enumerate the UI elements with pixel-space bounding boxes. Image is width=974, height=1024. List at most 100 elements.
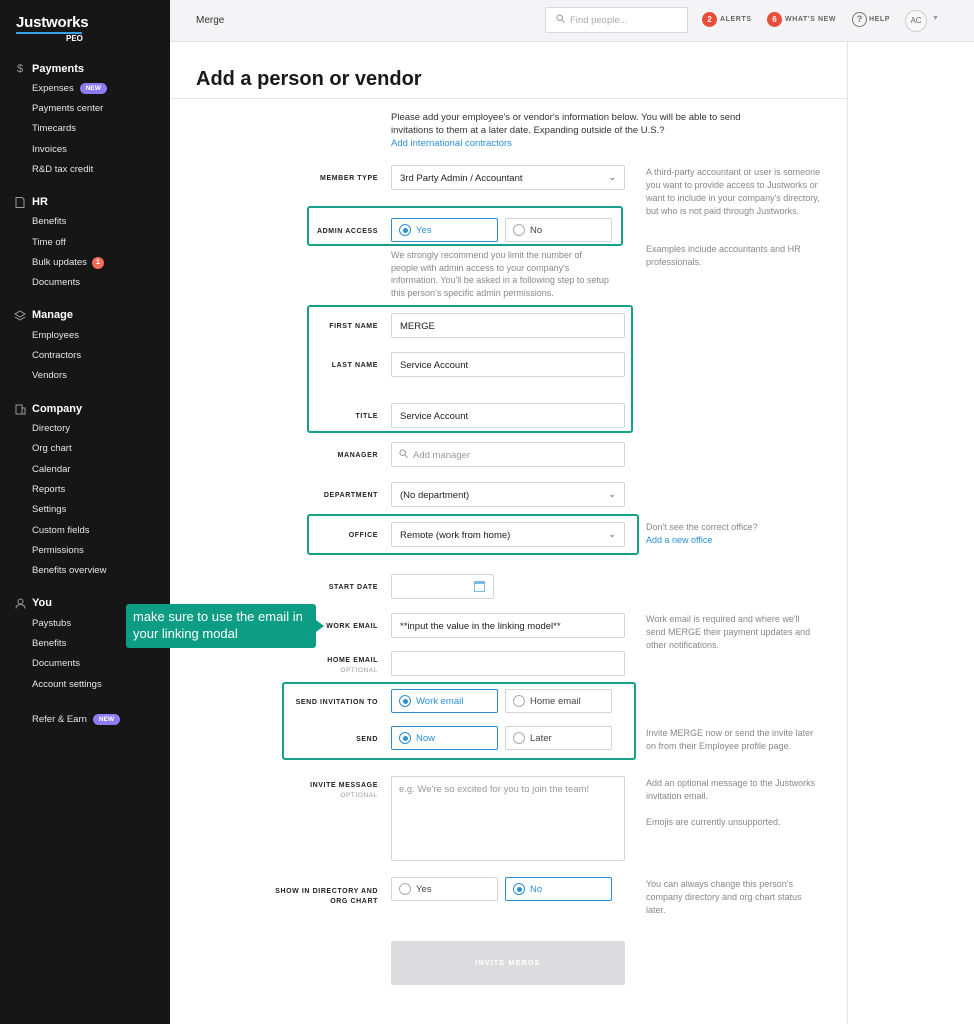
admin-access-no-radio[interactable]: No (505, 218, 612, 242)
sidebar-item-you-documents[interactable]: Documents (32, 657, 80, 671)
last-name-field[interactable]: Service Account (391, 352, 625, 377)
sidebar-item-permissions[interactable]: Permissions (32, 544, 84, 558)
whats-new-count-badge[interactable]: 6 (767, 12, 782, 27)
sidebar-item-contractors[interactable]: Contractors (32, 349, 81, 363)
logo-subtext: PEO (66, 34, 83, 43)
admin-access-label: ADMIN ACCESS (317, 228, 378, 235)
send-later-radio[interactable]: Later (505, 726, 612, 750)
nav-section-title: Manage (32, 309, 73, 321)
sidebar-item-directory[interactable]: Directory (32, 422, 70, 436)
sidebar-item-documents[interactable]: Documents (32, 276, 80, 290)
sidebar-item-time-off[interactable]: Time off (32, 236, 66, 250)
sidebar-item-benefits[interactable]: Benefits (32, 215, 66, 229)
nav-section-header-hr[interactable]: HR (0, 193, 170, 211)
search-input[interactable]: Find people... (545, 7, 688, 33)
sidebar-item-paystubs[interactable]: Paystubs (32, 617, 71, 631)
sidebar-item-employees[interactable]: Employees (32, 329, 79, 343)
chevron-down-icon[interactable]: ▼ (932, 15, 939, 22)
add-new-office-link[interactable]: Add a new office (646, 535, 712, 545)
manager-input[interactable]: Add manager (391, 442, 625, 467)
radio-dot (513, 732, 525, 744)
nav-section-header-manage[interactable]: Manage (0, 306, 170, 324)
nav-section-company: Company (0, 400, 170, 418)
sidebar-item-settings[interactable]: Settings (32, 503, 66, 517)
title-value: Service Account (400, 411, 469, 422)
work-email-help: Work email is required and where we'll s… (646, 614, 811, 650)
manager-label: MANAGER (337, 452, 378, 459)
invite-message-textarea[interactable]: e.g. We're so excited for you to join th… (391, 776, 625, 861)
content-right-border (847, 42, 848, 1024)
sidebar-item-you-benefits[interactable]: Benefits (32, 637, 66, 651)
alerts-count-badge[interactable]: 2 (702, 12, 717, 27)
office-select[interactable]: Remote (work from home) ⌄ (391, 522, 625, 547)
whats-new-link[interactable]: WHAT'S NEW (785, 16, 836, 23)
sidebar-item-account-settings[interactable]: Account settings (32, 678, 102, 692)
logo-text: Justworks (16, 14, 89, 31)
avatar[interactable]: AC (905, 10, 927, 32)
department-label: DEPARTMENT (323, 492, 378, 499)
department-select[interactable]: (No department) ⌄ (391, 482, 625, 507)
send-invitation-to-label: SEND INVITATION TO (295, 699, 378, 706)
count-badge: 1 (91, 257, 104, 269)
justworks-logo[interactable]: Justworks PEO (16, 14, 89, 43)
sidebar-item-rd-tax-credit[interactable]: R&D tax credit (32, 163, 93, 177)
nav-section-payments: $ Payments (0, 60, 170, 78)
invite-message-label: INVITE MESSAGE OPTIONAL (178, 782, 378, 799)
chevron-down-icon: ⌄ (608, 172, 616, 182)
last-name-value: Service Account (400, 360, 469, 371)
nav-section-header-company[interactable]: Company (0, 400, 170, 418)
top-bar: Merge Find people... 2 ALERTS 6 WHAT'S N… (170, 0, 974, 42)
radio-dot (399, 732, 411, 744)
show-in-directory-label: SHOW IN DIRECTORY AND ORG CHART (178, 887, 378, 907)
show-in-directory-no-radio[interactable]: No (505, 877, 612, 901)
show-in-directory-help: You can always change this person's comp… (646, 879, 802, 915)
sidebar-item-bulk-updates[interactable]: Bulk updates 1 (32, 256, 104, 270)
title-field[interactable]: Service Account (391, 403, 625, 428)
calendar-icon[interactable] (474, 581, 485, 592)
invite-merge-button[interactable]: INVITE MERGE (391, 941, 625, 985)
invite-home-email-radio[interactable]: Home email (505, 689, 612, 713)
help-link[interactable]: HELP (869, 16, 890, 23)
admin-access-yes-radio[interactable]: Yes (391, 218, 498, 242)
member-type-help: A third-party accountant or user is some… (646, 167, 821, 216)
home-email-label: HOME EMAIL OPTIONAL (178, 657, 378, 674)
sidebar-item-timecards[interactable]: Timecards (32, 122, 76, 136)
show-in-directory-yes-radio[interactable]: Yes (391, 877, 498, 901)
start-date-input[interactable] (391, 574, 494, 599)
help-icon[interactable]: ? (852, 12, 867, 27)
add-international-contractors-link[interactable]: Add international contractors (391, 138, 512, 149)
radio-label: Yes (416, 225, 432, 236)
work-email-field[interactable]: **input the value in the linking model** (391, 613, 625, 638)
sidebar-item-refer-earn[interactable]: Refer & Earn NEW (32, 713, 121, 727)
emoji-note: Emojis are currently unsupported. (646, 817, 781, 827)
radio-dot (399, 224, 411, 236)
sidebar-item-benefits-overview[interactable]: Benefits overview (32, 564, 106, 578)
sidebar-item-calendar[interactable]: Calendar (32, 463, 71, 477)
show-in-directory-label-line1: SHOW IN DIRECTORY AND (275, 888, 378, 895)
first-name-label: FIRST NAME (329, 323, 378, 330)
invite-work-email-radio[interactable]: Work email (391, 689, 498, 713)
dollar-icon: $ (16, 63, 24, 75)
start-date-label: START DATE (328, 584, 378, 591)
sidebar-item-payments-center[interactable]: Payments center (32, 102, 103, 116)
radio-label: Yes (416, 884, 432, 895)
nav-section-hr: HR (0, 193, 170, 211)
new-badge: NEW (92, 714, 121, 725)
sidebar-item-expenses[interactable]: Expenses NEW (32, 82, 107, 96)
member-type-select[interactable]: 3rd Party Admin / Accountant ⌄ (391, 165, 625, 190)
optional-tag: OPTIONAL (340, 792, 378, 799)
last-name-label: LAST NAME (331, 362, 378, 369)
nav-section-header-payments[interactable]: $ Payments (0, 60, 170, 78)
radio-label: Now (416, 733, 436, 744)
sidebar-item-custom-fields[interactable]: Custom fields (32, 524, 90, 538)
sidebar-item-org-chart[interactable]: Org chart (32, 442, 72, 456)
manager-placeholder: Add manager (413, 450, 471, 461)
send-now-radio[interactable]: Now (391, 726, 498, 750)
home-email-field[interactable] (391, 651, 625, 676)
sidebar-item-reports[interactable]: Reports (32, 483, 65, 497)
member-type-value: 3rd Party Admin / Accountant (400, 173, 523, 184)
first-name-field[interactable]: MERGE (391, 313, 625, 338)
sidebar-item-invoices[interactable]: Invoices (32, 143, 67, 157)
sidebar-item-vendors[interactable]: Vendors (32, 369, 67, 383)
alerts-link[interactable]: ALERTS (720, 16, 752, 23)
